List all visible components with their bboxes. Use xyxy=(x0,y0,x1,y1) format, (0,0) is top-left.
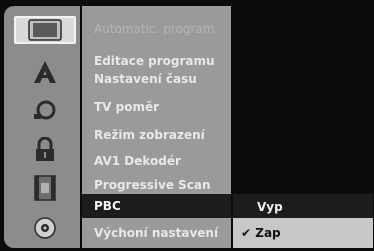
tv-setup-icon xyxy=(14,16,76,44)
menu-item-display-mode[interactable]: Režim zobrazení xyxy=(94,124,205,146)
option-off-label: Vyp xyxy=(257,200,283,214)
category-recording[interactable] xyxy=(14,174,76,202)
option-row-off[interactable]: Vyp xyxy=(233,194,373,218)
category-lock[interactable] xyxy=(14,136,76,164)
menu-item-av1-decoder[interactable]: AV1 Dekodér xyxy=(94,150,181,172)
audio-icon xyxy=(14,96,76,124)
menu-item-factory-reset[interactable]: Výchoní nastavení xyxy=(94,222,218,244)
menu-item-tv-aspect[interactable]: TV poměr xyxy=(94,96,159,118)
category-language[interactable] xyxy=(14,58,76,86)
option-on-label: Zap xyxy=(255,226,281,240)
checkmark-icon: ✔ xyxy=(241,226,252,240)
menu-item-auto-program[interactable]: Automatic. program. xyxy=(94,18,218,40)
disc-icon xyxy=(14,214,76,242)
menu-item-progressive-scan[interactable]: Progressive Scan xyxy=(94,174,211,196)
category-audio[interactable] xyxy=(14,96,76,124)
lock-icon xyxy=(14,136,76,164)
option-on-text: ✔ Zap xyxy=(241,222,281,244)
setup-menu-screen: Automatic. program. Editace programu Nas… xyxy=(0,0,374,251)
menu-row-factory-reset: Výchoní nastavení xyxy=(82,218,231,248)
menu-item-pbc[interactable]: PBC xyxy=(94,195,121,217)
menu-item-clock-set[interactable]: Nastavení času xyxy=(94,68,197,90)
category-icon-column xyxy=(4,6,80,248)
language-icon xyxy=(14,58,76,86)
setup-menu-list: Automatic. program. Editace programu Nas… xyxy=(82,6,231,194)
recording-icon xyxy=(14,174,76,202)
category-disc[interactable] xyxy=(14,214,76,242)
category-tv-setup[interactable] xyxy=(14,16,76,44)
option-row-on-selected[interactable]: ✔ Zap xyxy=(233,218,373,248)
menu-row-pbc-highlighted: PBC xyxy=(82,194,231,218)
options-panel xyxy=(233,6,373,194)
